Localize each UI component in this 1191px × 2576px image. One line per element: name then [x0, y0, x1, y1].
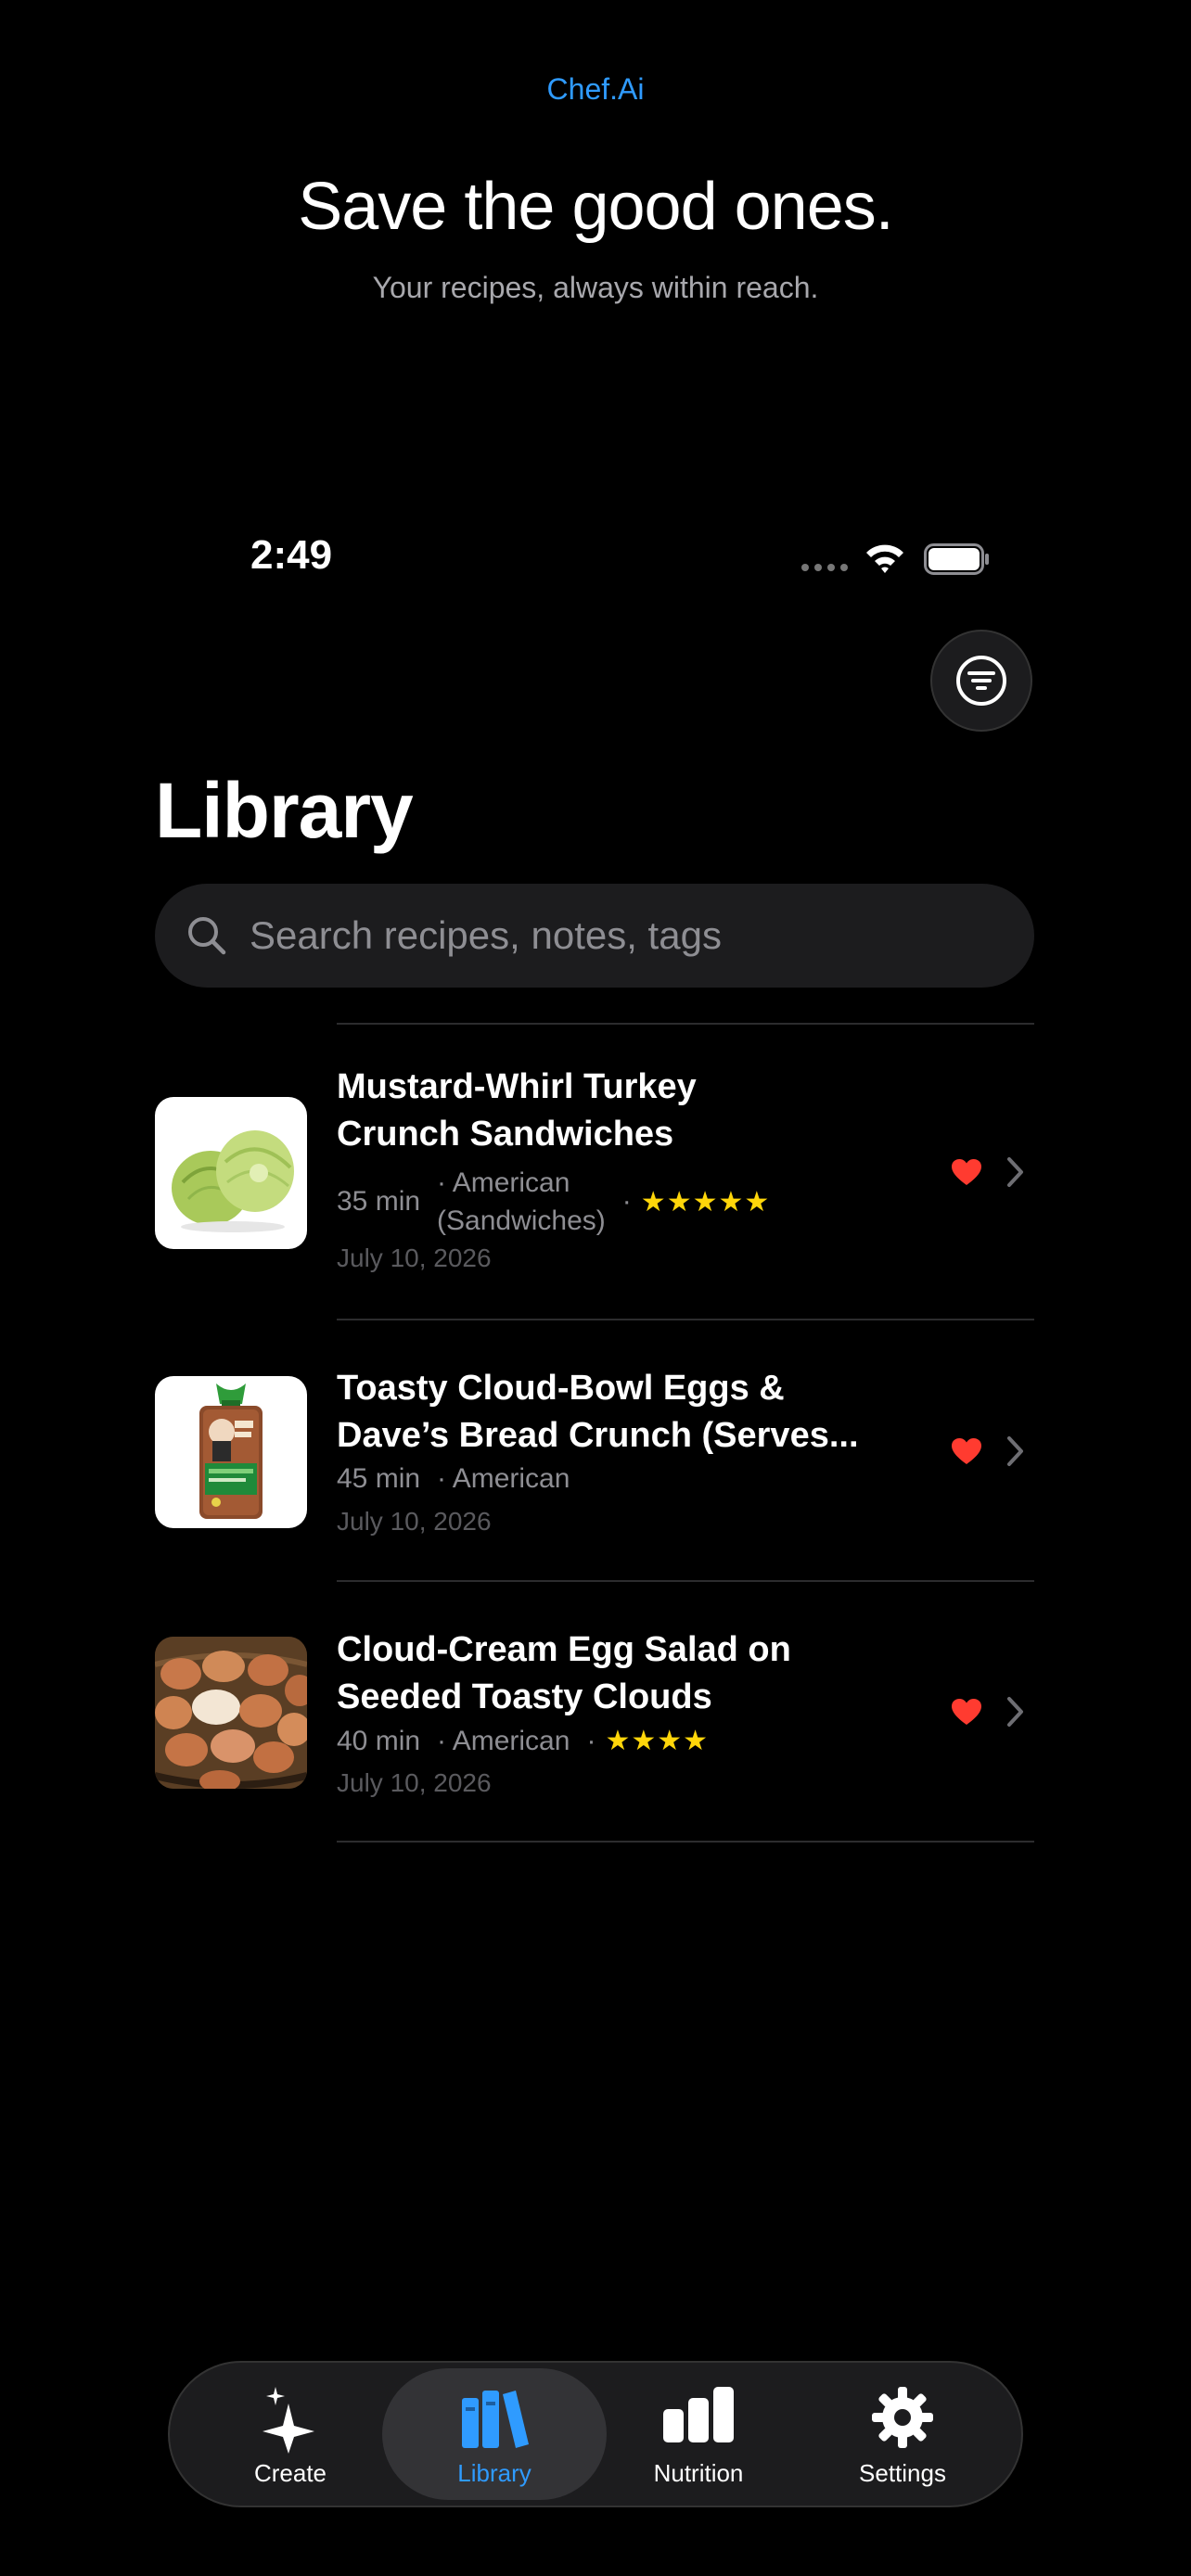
status-time: 2:49	[250, 532, 333, 578]
recipe-time: 40 min	[337, 1725, 421, 1756]
chevron-right-icon	[1007, 1697, 1023, 1727]
wifi-icon	[866, 544, 903, 573]
tab-bar: Create Library Nutrition Settings	[168, 2361, 1023, 2507]
search-bar[interactable]	[155, 884, 1034, 988]
tab-label: Library	[457, 2459, 531, 2487]
tab-settings[interactable]: Settings	[790, 2368, 1015, 2500]
battery-icon	[924, 543, 989, 575]
search-input[interactable]	[248, 912, 1034, 959]
meta-separator: ·	[586, 1725, 596, 1756]
brand-name: Chef.Ai	[546, 72, 645, 106]
recipe-title: Mustard-Whirl Turkey Crunch Sandwiches	[337, 1067, 697, 1154]
recipe-cuisine: · American (Sandwiches)	[437, 1167, 606, 1236]
headline: Save the good ones.	[298, 170, 894, 244]
meta-separator: ·	[621, 1186, 632, 1217]
chevron-right-icon	[1007, 1436, 1023, 1466]
rating-stars: ★★★★★	[640, 1186, 771, 1218]
recipe-time: 45 min	[337, 1463, 421, 1494]
recipe-meta: 35 min · American (Sandwiches) · ★★★★★	[337, 1164, 770, 1240]
subheadline: Your recipes, always within reach.	[372, 271, 819, 304]
recipe-date: July 10, 2026	[337, 1243, 492, 1272]
rating-stars: ★★★★	[605, 1726, 710, 1756]
tab-label: Nutrition	[653, 2459, 744, 2487]
tab-create[interactable]: Create	[178, 2368, 403, 2500]
tab-library[interactable]: Library	[382, 2368, 607, 2500]
recipe-cuisine: · American	[437, 1725, 570, 1756]
recipe-date: July 10, 2026	[337, 1507, 492, 1536]
recipe-time: 35 min	[337, 1186, 421, 1217]
gear-icon	[872, 2387, 933, 2448]
tab-nutrition[interactable]: Nutrition	[586, 2368, 811, 2500]
page-title: Library	[155, 767, 414, 854]
favorite-heart-icon[interactable]	[951, 1698, 982, 1726]
recipe-thumbnail-lettuce	[155, 1097, 307, 1249]
recipe-row[interactable]: Mustard-Whirl Turkey Crunch Sandwiches 3…	[155, 1025, 1034, 1319]
recipe-title: Toasty Cloud-Bowl Eggs & Dave’s Bread Cr…	[337, 1369, 859, 1455]
status-icons	[801, 542, 992, 579]
sparkles-icon	[263, 2387, 314, 2454]
chevron-right-icon	[1007, 1157, 1023, 1187]
recipe-meta: 45 min · American	[337, 1463, 570, 1495]
list-divider	[337, 1841, 1034, 1843]
recipe-row[interactable]: Toasty Cloud-Bowl Eggs & Dave’s Bread Cr…	[155, 1320, 1034, 1580]
recipe-title: Cloud-Cream Egg Salad on Seeded Toasty C…	[337, 1630, 791, 1716]
recipe-row[interactable]: Cloud-Cream Egg Salad on Seeded Toasty C…	[155, 1582, 1034, 1841]
cellular-dots-icon	[801, 564, 848, 571]
recipe-cuisine: · American	[437, 1463, 570, 1494]
recipe-thumbnail-bread	[155, 1376, 307, 1528]
bar-chart-icon	[663, 2387, 734, 2442]
filter-button[interactable]	[930, 630, 1032, 732]
books-icon	[462, 2391, 529, 2448]
search-icon	[188, 917, 226, 955]
favorite-heart-icon[interactable]	[951, 1158, 982, 1186]
tab-label: Create	[253, 2459, 327, 2487]
tab-label: Settings	[859, 2459, 946, 2487]
recipe-thumbnail-eggs	[155, 1637, 307, 1789]
favorite-heart-icon[interactable]	[951, 1437, 982, 1465]
recipe-date: July 10, 2026	[337, 1768, 492, 1797]
recipe-meta: 40 min · American · ★★★★	[337, 1725, 709, 1757]
filter-icon	[956, 656, 1006, 706]
